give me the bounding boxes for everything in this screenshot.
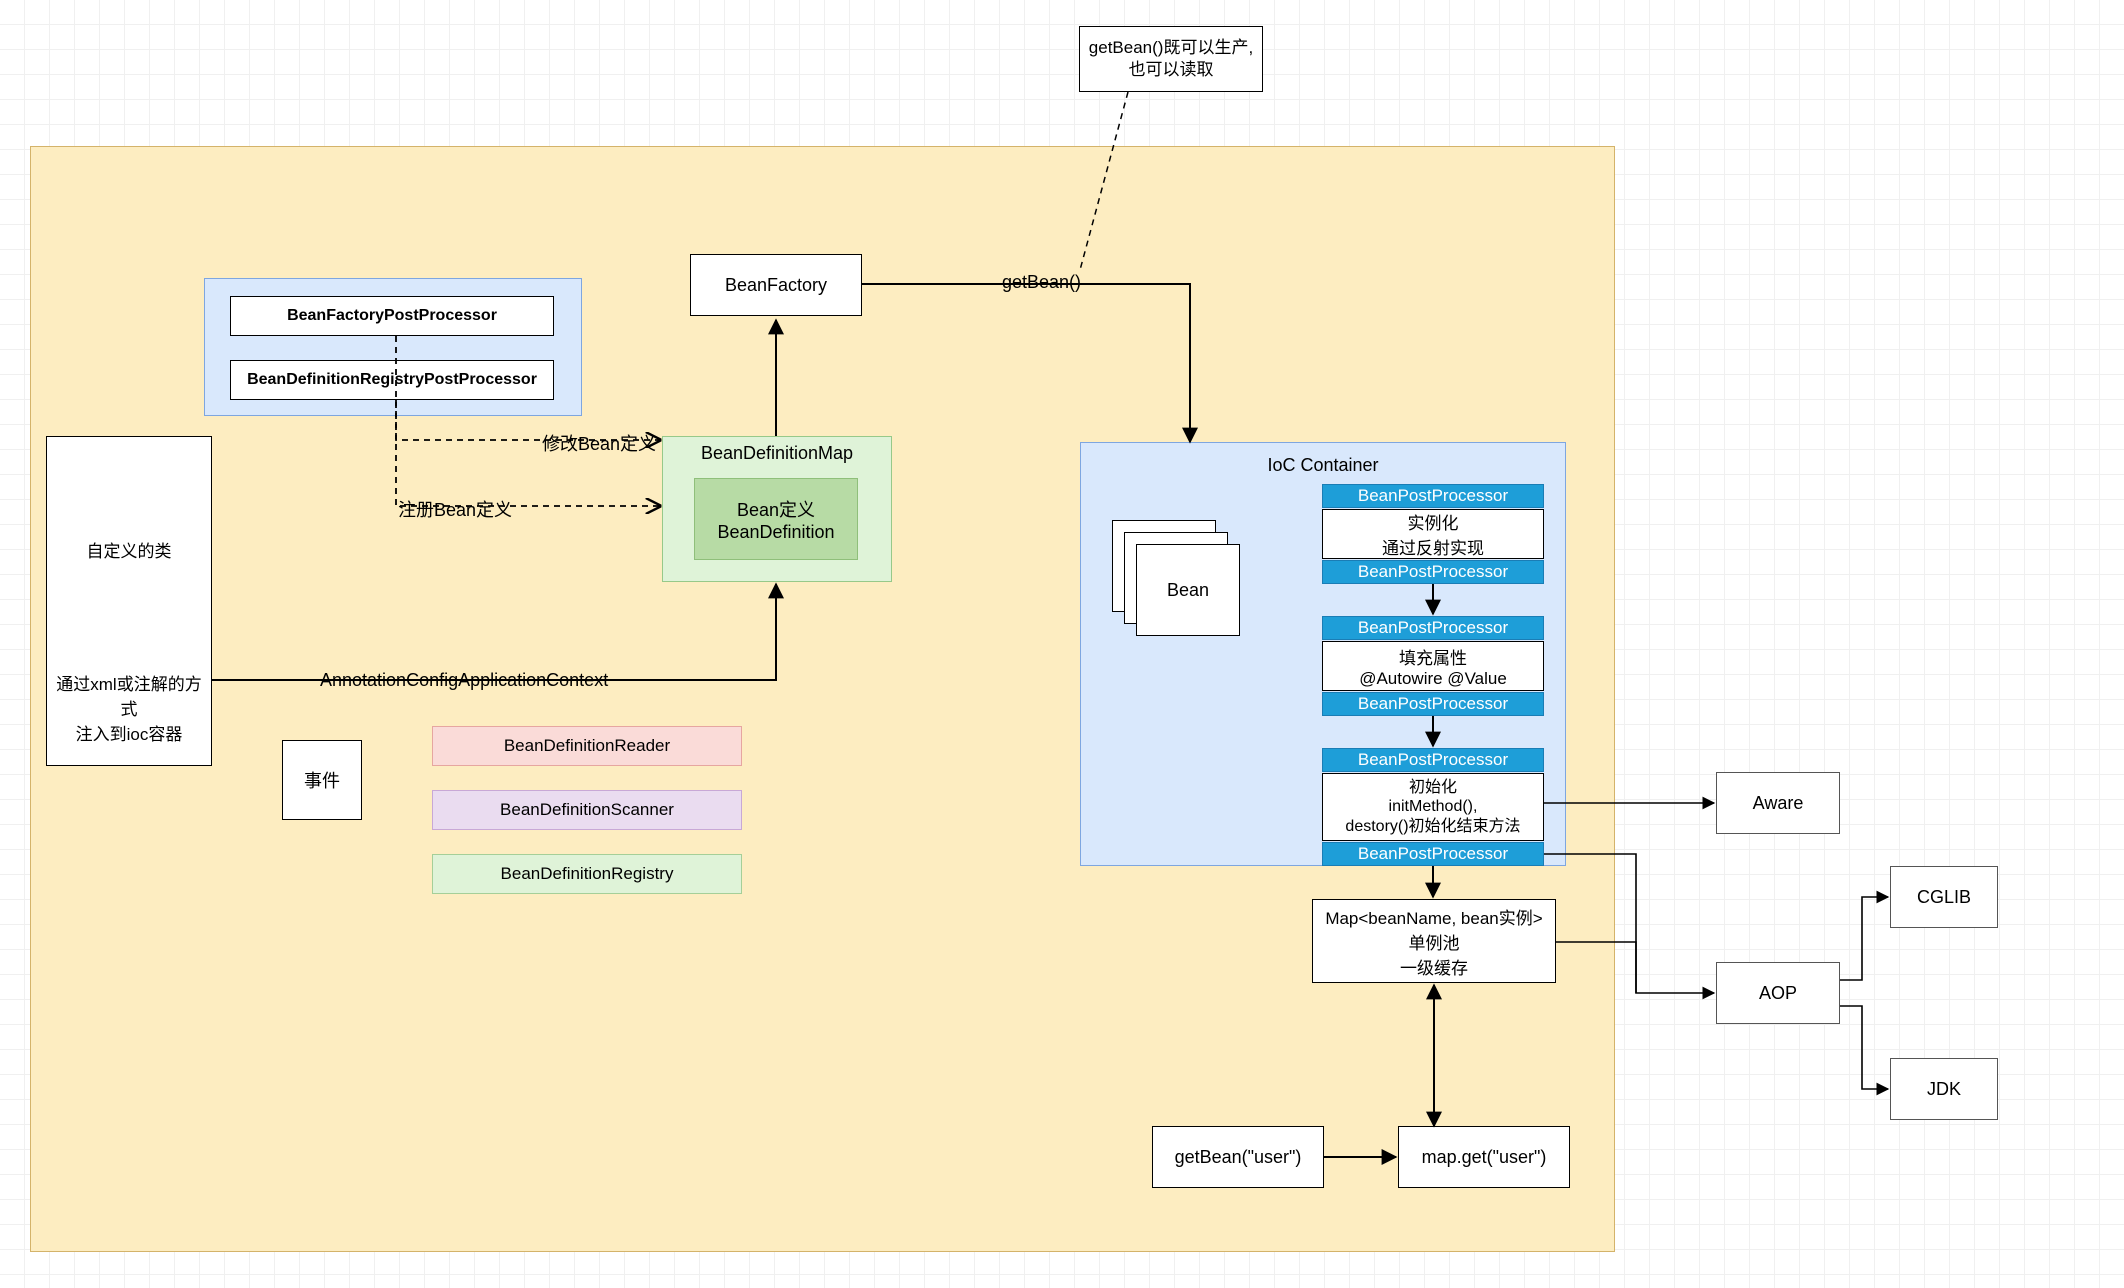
event-box: 事件	[282, 740, 362, 820]
bd-registry-tag: BeanDefinitionRegistry	[432, 854, 742, 894]
diagram-canvas: getBean()既可以生产, 也可以读取 BeanFactory BeanFa…	[0, 0, 2124, 1288]
bdrpp-box: BeanDefinitionRegistryPostProcessor	[230, 360, 554, 400]
bfpp-box: BeanFactoryPostProcessor	[230, 296, 554, 336]
note-l1: getBean()既可以生产,	[1089, 37, 1253, 59]
bpp-before-inst: BeanPostProcessor	[1322, 484, 1544, 508]
fill-box: 填充属性 @Autowire @Value	[1322, 641, 1544, 691]
aop-box: AOP	[1716, 962, 1840, 1024]
edge-register-label: 注册Bean定义	[396, 496, 514, 522]
bd-scanner-tag: BeanDefinitionScanner	[432, 790, 742, 830]
edge-getbean-label: getBean()	[1000, 272, 1083, 293]
cglib-box: CGLIB	[1890, 866, 1998, 928]
bean-stack: Bean	[1112, 520, 1240, 636]
jdk-box: JDK	[1890, 1058, 1998, 1120]
init-box: 初始化 initMethod(), destory()初始化结束方法	[1322, 773, 1544, 841]
bean-definition-box: Bean定义 BeanDefinition	[694, 478, 858, 560]
bpp-after-fill: BeanPostProcessor	[1322, 692, 1544, 716]
custom-class-box: 自定义的类 通过xml或注解的方式 注入到ioc容器	[46, 436, 212, 766]
bd-reader-tag: BeanDefinitionReader	[432, 726, 742, 766]
edge-acac-label: AnnotationConfigApplicationContext	[318, 670, 610, 691]
instantiate-box: 实例化 通过反射实现	[1322, 509, 1544, 559]
edge-modify-label: 修改Bean定义	[540, 430, 658, 456]
map-pool-box: Map<beanName, bean实例> 单例池 一级缓存	[1312, 899, 1556, 983]
note-l2: 也可以读取	[1129, 59, 1214, 81]
mapget-box: map.get("user")	[1398, 1126, 1570, 1188]
bpp-before-init: BeanPostProcessor	[1322, 748, 1544, 772]
bpp-after-init: BeanPostProcessor	[1322, 842, 1544, 866]
getbean-user-box: getBean("user")	[1152, 1126, 1324, 1188]
note-getbean: getBean()既可以生产, 也可以读取	[1079, 26, 1263, 92]
aware-box: Aware	[1716, 772, 1840, 834]
bean-factory-box: BeanFactory	[690, 254, 862, 316]
bpp-after-inst: BeanPostProcessor	[1322, 560, 1544, 584]
ioc-title: IoC Container	[1081, 455, 1565, 476]
bpp-before-fill: BeanPostProcessor	[1322, 616, 1544, 640]
